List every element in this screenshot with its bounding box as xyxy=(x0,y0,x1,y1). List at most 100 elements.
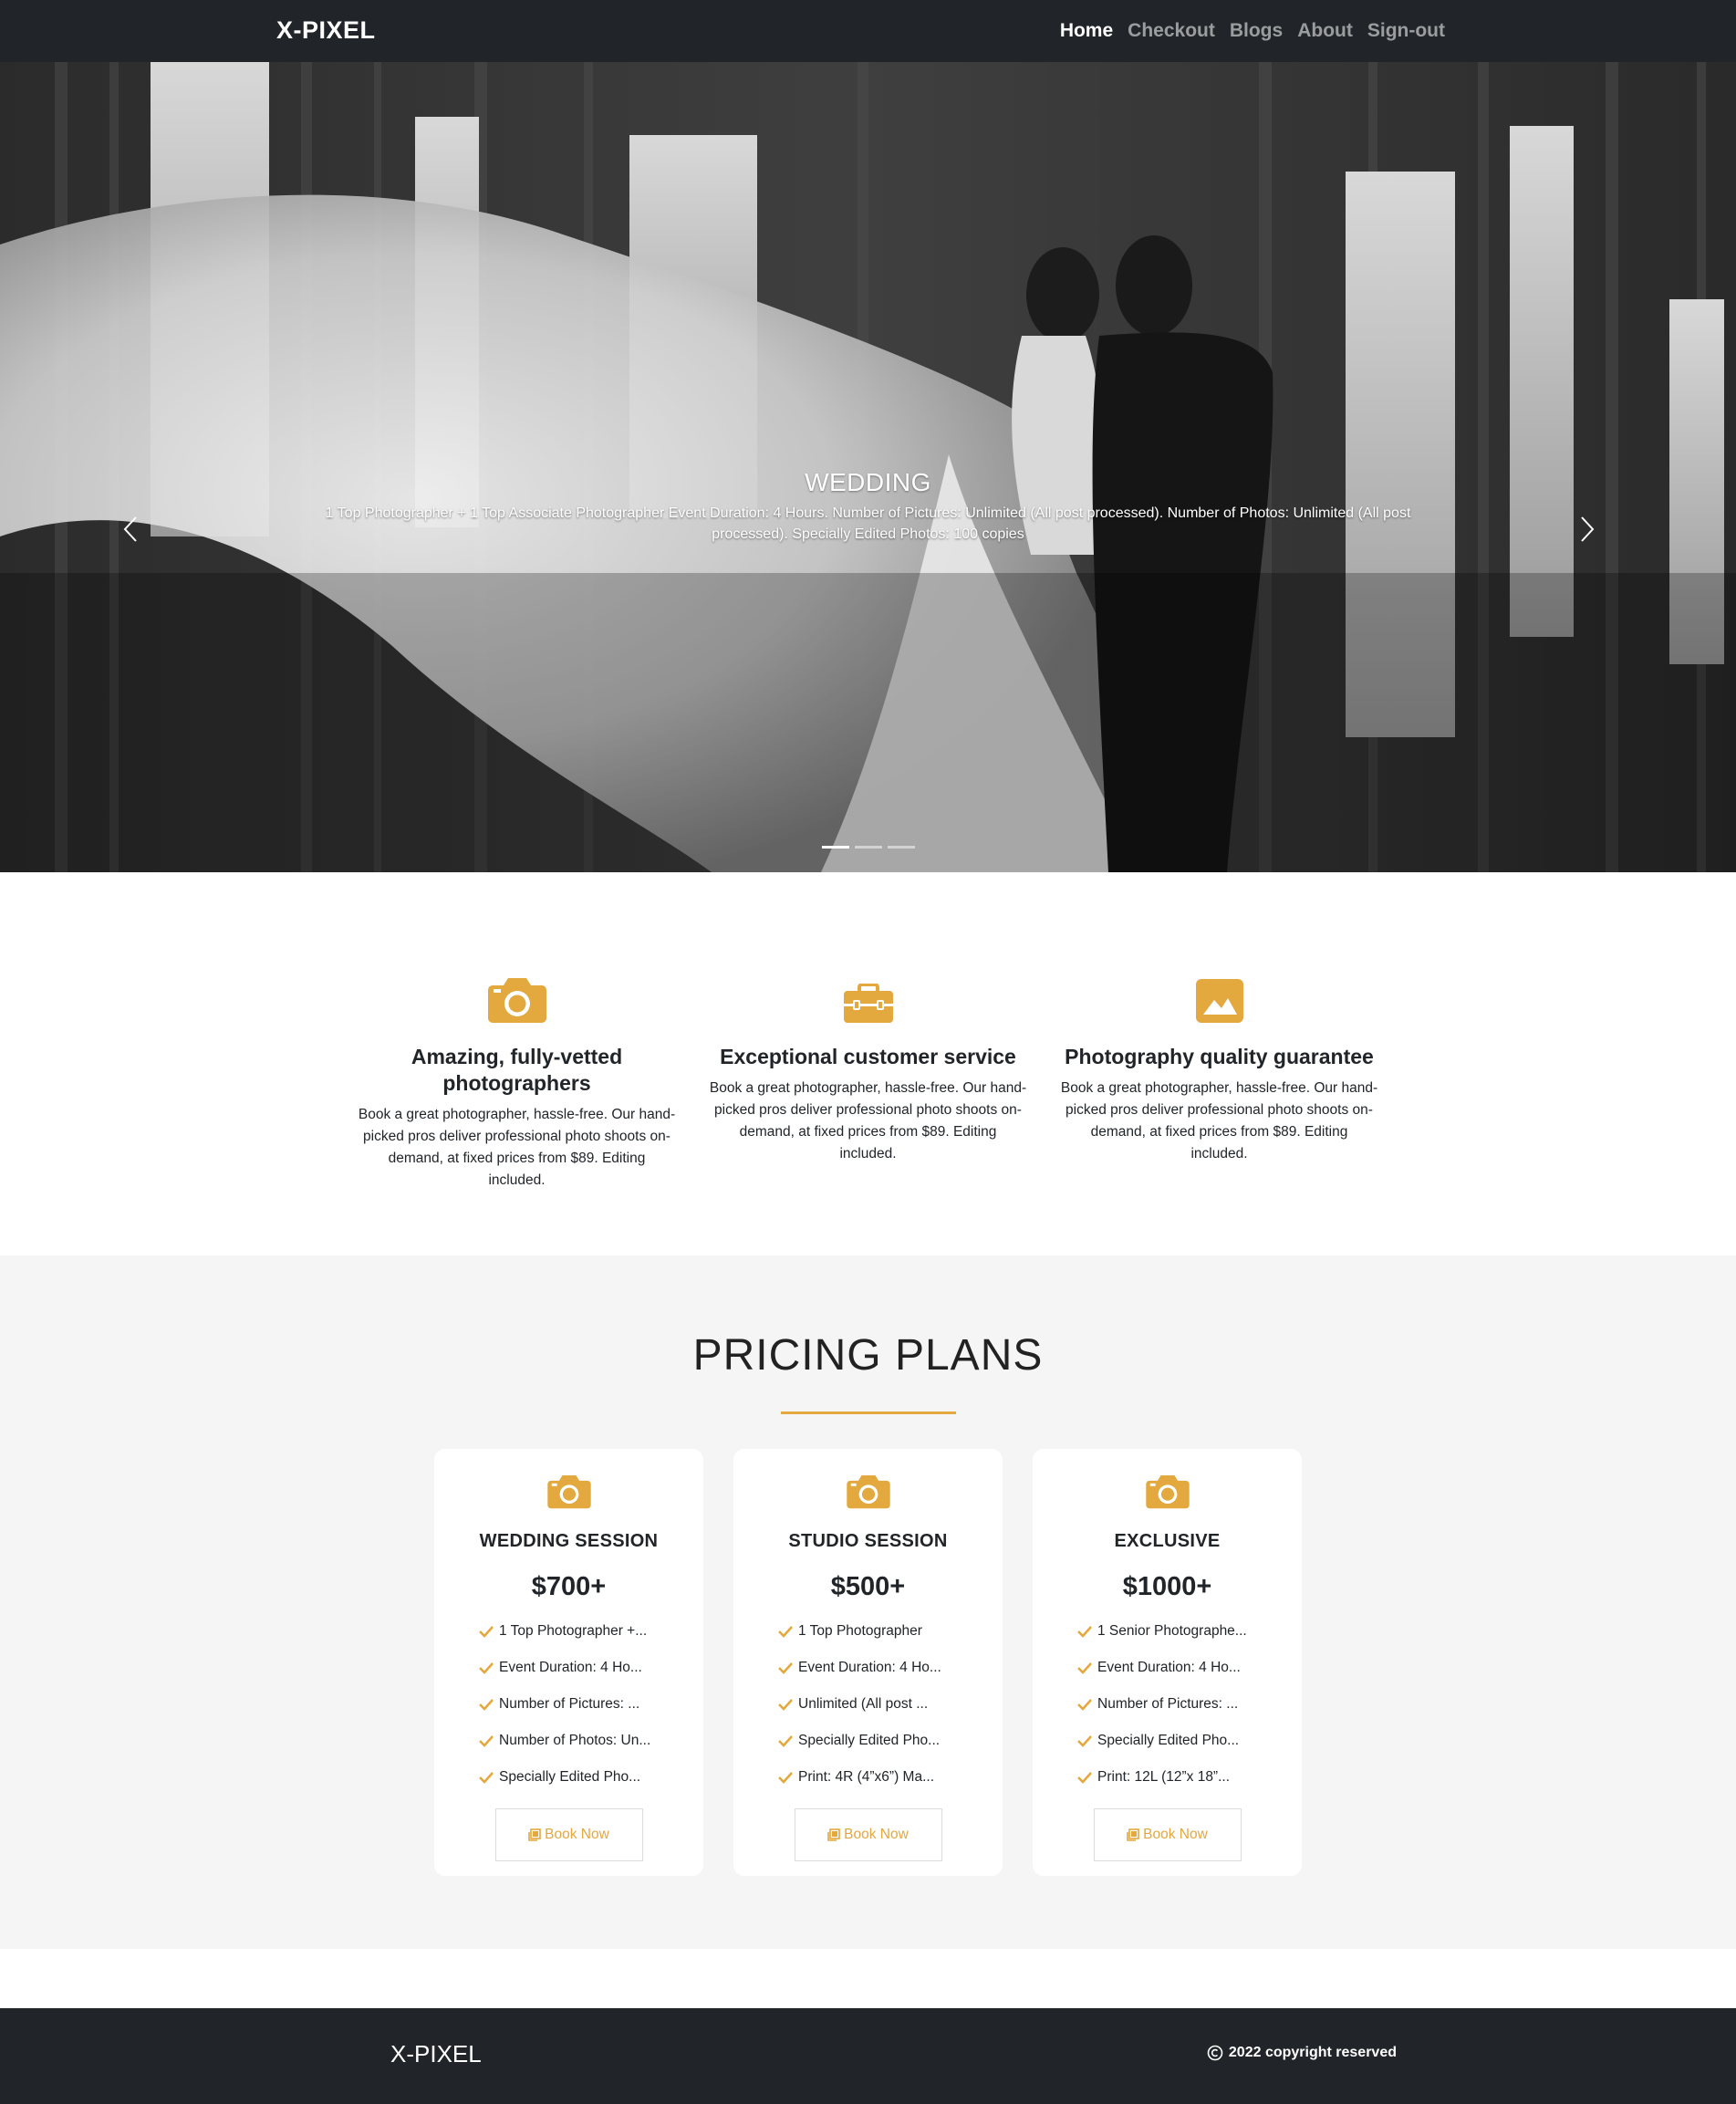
plan-feature-label: Specially Edited Pho... xyxy=(499,1769,641,1785)
check-icon xyxy=(778,1662,793,1674)
nav-link-blogs[interactable]: Blogs xyxy=(1230,20,1283,42)
pricing-plans: WEDDING SESSION $700+ 1 Top Photographer… xyxy=(0,1449,1736,1876)
hero-wedding-photo xyxy=(0,62,1736,872)
plan-feature: Print: 12L (12”x 18”... xyxy=(1076,1759,1302,1796)
plan-feature: Specially Edited Pho... xyxy=(1076,1723,1302,1759)
plan-feature-label: Number of Pictures: ... xyxy=(1097,1696,1239,1712)
plan-feature-label: Event Duration: 4 Ho... xyxy=(499,1660,642,1675)
plan-price: $1000+ xyxy=(1122,1572,1212,1601)
plan-feature-list: 1 Top Photographer Event Duration: 4 Ho.… xyxy=(733,1613,1003,1796)
feature-title: Photography quality guarantee xyxy=(1065,1045,1374,1068)
check-icon xyxy=(479,1662,494,1674)
book-now-label: Book Now xyxy=(844,1827,909,1842)
check-icon xyxy=(778,1772,793,1784)
book-now-button[interactable]: Book Now xyxy=(794,1808,942,1861)
feature-item: Amazing, fully-vetted photographers Book… xyxy=(353,967,681,1192)
plan-feature: Unlimited (All post ... xyxy=(777,1686,1003,1723)
pricing-section: PRICING PLANS WEDDING SESSION $700+ 1 To… xyxy=(0,1255,1736,1949)
nav-link-about[interactable]: About xyxy=(1297,20,1353,42)
check-icon xyxy=(1077,1662,1092,1674)
plan-feature-label: Print: 4R (4”x6”) Ma... xyxy=(798,1769,934,1785)
footer: X-PIXEL 2022 copyright reserved xyxy=(0,2008,1736,2104)
nav-link-checkout[interactable]: Checkout xyxy=(1128,20,1215,42)
camera-icon xyxy=(546,1474,591,1509)
check-icon xyxy=(1077,1699,1092,1711)
carousel-caption-text: 1 Top Photographer + 1 Top Associate Pho… xyxy=(325,505,1411,542)
plan-feature-label: Event Duration: 4 Ho... xyxy=(798,1660,941,1675)
plan-feature: Number of Photos: Un... xyxy=(478,1723,703,1759)
check-icon xyxy=(778,1626,793,1638)
plan-price: $500+ xyxy=(830,1572,906,1601)
plan-feature: Number of Pictures: ... xyxy=(1076,1686,1302,1723)
pricing-card-studio-session: STUDIO SESSION $500+ 1 Top Photographer … xyxy=(733,1449,1003,1876)
brand-logo[interactable]: X-PIXEL xyxy=(276,16,376,45)
feature-text: Book a great photographer, hassle-free. … xyxy=(1060,1080,1378,1161)
pricing-divider xyxy=(780,1411,956,1414)
plan-name: EXCLUSIVE xyxy=(1114,1531,1221,1551)
image-icon xyxy=(1195,979,1243,1023)
feature-item: Exceptional customer service Book a grea… xyxy=(704,967,1033,1192)
plan-feature-label: 1 Top Photographer xyxy=(798,1623,922,1639)
carousel-caption: WEDDING 1 Top Photographer + 1 Top Assoc… xyxy=(0,468,1736,545)
carousel-indicator-1[interactable] xyxy=(821,846,849,849)
book-icon xyxy=(1127,1828,1139,1841)
check-icon xyxy=(479,1699,494,1711)
plan-feature-list: 1 Senior Photographe... Event Duration: … xyxy=(1033,1613,1302,1796)
pricing-card-wedding-session: WEDDING SESSION $700+ 1 Top Photographer… xyxy=(434,1449,703,1876)
book-icon xyxy=(827,1828,840,1841)
plan-feature-label: 1 Top Photographer +... xyxy=(499,1623,648,1639)
copyright-icon xyxy=(1207,2045,1223,2061)
check-icon xyxy=(1077,1772,1092,1784)
check-icon xyxy=(1077,1626,1092,1638)
plan-feature: Number of Pictures: ... xyxy=(478,1686,703,1723)
book-now-button[interactable]: Book Now xyxy=(1093,1808,1242,1861)
plan-feature: Event Duration: 4 Ho... xyxy=(478,1650,703,1686)
plan-name: STUDIO SESSION xyxy=(788,1531,948,1551)
plan-feature: 1 Top Photographer xyxy=(777,1613,1003,1650)
plan-feature: Specially Edited Pho... xyxy=(478,1759,703,1796)
plan-name: WEDDING SESSION xyxy=(479,1531,659,1551)
plan-feature: 1 Top Photographer +... xyxy=(478,1613,703,1650)
plan-feature-label: Number of Pictures: ... xyxy=(499,1696,640,1712)
plan-feature: Event Duration: 4 Ho... xyxy=(777,1650,1003,1686)
plan-feature-label: Unlimited (All post ... xyxy=(798,1696,929,1712)
check-icon xyxy=(479,1772,494,1784)
footer-copyright: 2022 copyright reserved xyxy=(1207,2045,1397,2061)
plan-feature-label: Print: 12L (12”x 18”... xyxy=(1097,1769,1231,1785)
plan-feature: Print: 4R (4”x6”) Ma... xyxy=(777,1759,1003,1796)
footer-brand: X-PIXEL xyxy=(390,2040,482,2068)
book-now-button[interactable]: Book Now xyxy=(494,1808,643,1861)
plan-price: $700+ xyxy=(531,1572,607,1601)
nav-link-home[interactable]: Home xyxy=(1060,20,1113,42)
plan-feature: Event Duration: 4 Ho... xyxy=(1076,1650,1302,1686)
book-now-label: Book Now xyxy=(1143,1827,1208,1842)
pricing-card-exclusive: EXCLUSIVE $1000+ 1 Senior Photographe...… xyxy=(1033,1449,1302,1876)
plan-feature: Specially Edited Pho... xyxy=(777,1723,1003,1759)
plan-feature-label: Number of Photos: Un... xyxy=(499,1733,651,1748)
feature-item: Photography quality guarantee Book a gre… xyxy=(1055,967,1384,1192)
camera-icon xyxy=(846,1474,890,1509)
check-icon xyxy=(1077,1735,1092,1747)
feature-text: Book a great photographer, hassle-free. … xyxy=(358,1107,676,1188)
nav-link-sign-out[interactable]: Sign-out xyxy=(1367,20,1445,42)
carousel-indicator-2[interactable] xyxy=(854,846,882,849)
check-icon xyxy=(479,1735,494,1747)
plan-feature: 1 Senior Photographe... xyxy=(1076,1613,1302,1650)
nav-links: Home Checkout Blogs About Sign-out xyxy=(1060,20,1445,42)
pricing-title: PRICING PLANS xyxy=(692,1331,1044,1380)
check-icon xyxy=(479,1626,494,1638)
plan-feature-label: Event Duration: 4 Ho... xyxy=(1097,1660,1241,1675)
book-now-label: Book Now xyxy=(545,1827,609,1842)
carousel-indicators xyxy=(821,846,915,849)
plan-feature-label: 1 Senior Photographe... xyxy=(1097,1623,1247,1639)
copyright-text: 2022 copyright reserved xyxy=(1228,2045,1397,2060)
camera-icon xyxy=(487,978,546,1023)
hero-carousel: WEDDING 1 Top Photographer + 1 Top Assoc… xyxy=(0,62,1736,872)
features-section: Amazing, fully-vetted photographers Book… xyxy=(0,872,1736,1255)
check-icon xyxy=(778,1735,793,1747)
carousel-indicator-3[interactable] xyxy=(887,846,915,849)
carousel-caption-title: WEDDING xyxy=(805,468,931,496)
navbar: X-PIXEL Home Checkout Blogs About Sign-o… xyxy=(0,0,1736,62)
briefcase-icon xyxy=(843,984,893,1023)
check-icon xyxy=(778,1699,793,1711)
